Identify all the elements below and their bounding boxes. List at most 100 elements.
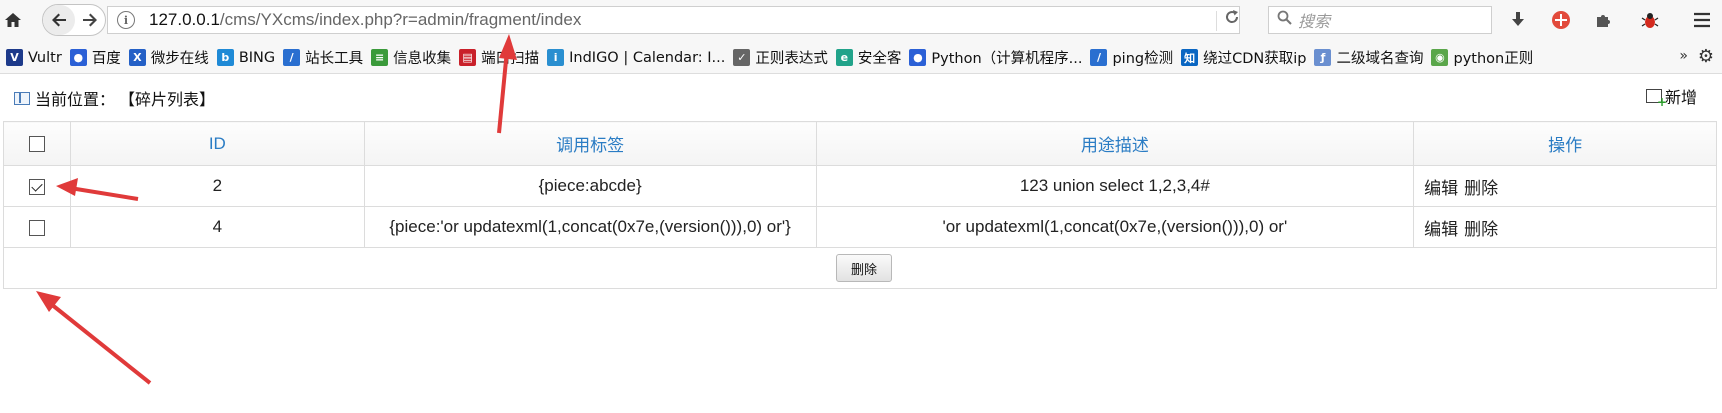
vultr-icon: V — [6, 49, 23, 66]
fragment-table: ID 调用标签 用途描述 操作 2 {piece:abcde} 123 unio… — [3, 121, 1717, 289]
annotation-arrow-delete — [36, 291, 152, 385]
address-bar[interactable]: i 127.0.0.1/cms/YXcms/index.php?r=admin/… — [107, 6, 1240, 34]
python-regex-icon: ◉ — [1431, 49, 1449, 66]
bookmark-item[interactable]: ≡ 信息收集 — [371, 47, 451, 68]
add-fragment-button[interactable]: 新增 — [1646, 84, 1698, 109]
bookmark-item[interactable]: / 站长工具 — [283, 47, 363, 68]
bookmark-item[interactable]: b BING — [216, 49, 276, 66]
threatbook-icon: X — [128, 49, 146, 66]
zhihu-icon: 知 — [1181, 49, 1199, 66]
ping-icon: / — [1090, 49, 1108, 66]
table-footer-row: 删除 — [3, 247, 1717, 289]
bookmark-label: IndIGO | Calendar: I... — [569, 49, 726, 66]
delete-link[interactable]: 删除 — [1464, 220, 1498, 239]
row-select-cell — [3, 206, 71, 248]
bookmark-label: Python（计算机程序... — [931, 51, 1083, 67]
bookmark-item[interactable]: ● 百度 — [69, 47, 121, 68]
edit-link[interactable]: 编辑 — [1424, 179, 1458, 198]
url-text[interactable]: 127.0.0.1/cms/YXcms/index.php?r=admin/fr… — [149, 10, 581, 30]
search-placeholder: 搜索 — [1298, 12, 1331, 31]
chinaz-icon: / — [283, 49, 301, 66]
bug-extension-icon[interactable] — [1640, 10, 1660, 30]
select-all-checkbox[interactable] — [28, 136, 45, 153]
column-header-tag: 调用标签 — [363, 121, 817, 166]
paw-icon: ● — [909, 49, 927, 66]
search-input[interactable]: 搜索 — [1268, 6, 1492, 34]
bookmark-item[interactable]: ● Python（计算机程序... — [909, 47, 1082, 68]
description-cell: 'or updatexml(1,concat(0x7e,(version()))… — [815, 206, 1415, 248]
bookmarks-overflow-chevron-icon[interactable]: » — [1679, 48, 1688, 64]
id-cell: 2 — [69, 165, 365, 207]
bookmark-item[interactable]: e 安全客 — [835, 47, 902, 68]
extension-red-icon[interactable] — [1551, 10, 1571, 30]
location-panel-icon — [14, 91, 30, 105]
column-header-id: ID — [69, 121, 365, 166]
indigo-icon: i — [547, 49, 565, 66]
download-icon[interactable] — [1508, 10, 1528, 30]
url-host: 127.0.0.1 — [149, 10, 220, 29]
back-forward-group — [42, 4, 106, 36]
browser-toolbar: i 127.0.0.1/cms/YXcms/index.php?r=admin/… — [0, 0, 1722, 42]
bookmark-label: 百度 — [91, 51, 121, 67]
bing-icon: b — [216, 49, 234, 66]
bookmark-item[interactable]: X 微步在线 — [128, 47, 209, 68]
row-checkbox[interactable] — [28, 178, 45, 195]
bookmark-label: 正则表达式 — [755, 51, 828, 67]
bookmark-label: 信息收集 — [393, 51, 452, 67]
bulk-delete-button[interactable]: 删除 — [836, 254, 892, 282]
bookmark-label: BING — [238, 49, 276, 66]
info-icon[interactable]: i — [117, 11, 135, 29]
bookmark-label: 安全客 — [857, 51, 902, 67]
select-all-header — [3, 121, 71, 166]
actions-cell: 编辑 删除 — [1413, 165, 1717, 207]
bookmark-item[interactable]: / ping检测 — [1090, 47, 1173, 68]
menu-hamburger-icon[interactable] — [1692, 10, 1712, 30]
breadcrumb-label: 当前位置： — [35, 90, 116, 109]
delete-link[interactable]: 删除 — [1464, 179, 1498, 198]
bookmark-label: 端口扫描 — [481, 51, 540, 67]
bulk-action-cell: 删除 — [3, 247, 1717, 289]
description-cell: 123 union select 1,2,3,4# — [815, 165, 1415, 207]
table-row: 4 {piece:'or updatexml(1,concat(0x7e,(ve… — [3, 206, 1717, 248]
url-path: /cms/YXcms/index.php?r=admin/fragment/in… — [219, 10, 582, 29]
column-header-actions: 操作 — [1413, 121, 1717, 166]
row-checkbox[interactable] — [28, 219, 45, 236]
bookmark-item[interactable]: ✓ 正则表达式 — [733, 47, 828, 68]
bookmark-label: 二级域名查询 — [1336, 51, 1424, 67]
back-arrow-icon[interactable] — [43, 5, 75, 35]
bookmark-item[interactable]: 知绕过CDN获取ip — [1181, 47, 1306, 68]
actions-cell: 编辑 删除 — [1413, 206, 1717, 248]
regex-icon: ✓ — [733, 49, 751, 66]
port-scan-icon: ▤ — [459, 49, 477, 66]
breadcrumb: 当前位置： 【碎片列表】 — [14, 86, 215, 110]
bookmark-item[interactable]: ▤ 端口扫描 — [459, 47, 539, 68]
tag-cell: {piece:'or updatexml(1,concat(0x7e,(vers… — [363, 206, 817, 248]
table-row: 2 {piece:abcde} 123 union select 1,2,3,4… — [3, 165, 1717, 207]
bookmark-item[interactable]: ◉ python正则 — [1431, 47, 1533, 68]
edit-link[interactable]: 编辑 — [1424, 220, 1458, 239]
puzzle-extension-icon[interactable] — [1594, 10, 1614, 30]
tag-cell: {piece:abcde} — [363, 165, 817, 207]
bookmark-label: 站长工具 — [305, 51, 364, 67]
forward-arrow-icon[interactable] — [75, 5, 105, 35]
bookmark-label: Vultr — [28, 49, 62, 66]
anquanke-icon: e — [835, 49, 853, 66]
bookmark-label: ping检测 — [1112, 51, 1174, 67]
baidu-paw-icon: ● — [69, 49, 87, 66]
row-select-cell — [3, 165, 71, 207]
bookmark-item[interactable]: ƒ 二级域名查询 — [1314, 47, 1423, 68]
add-fragment-label: 新增 — [1665, 88, 1698, 107]
bookmark-item[interactable]: i IndIGO | Calendar: I... — [547, 49, 725, 66]
bookmark-label: 微步在线 — [150, 51, 209, 67]
add-icon — [1646, 89, 1667, 109]
bookmark-label: python正则 — [1453, 51, 1534, 67]
reload-icon[interactable] — [1224, 9, 1240, 30]
search-icon — [1277, 10, 1292, 30]
table-header-row: ID 调用标签 用途描述 操作 — [3, 121, 1717, 166]
bookmark-item[interactable]: V Vultr — [6, 49, 62, 66]
address-bar-divider — [1216, 11, 1217, 31]
gear-icon[interactable]: ⚙ — [1698, 46, 1714, 67]
bookmarks-toolbar: V Vultr ● 百度 X 微步在线 b BING / 站长工具 ≡ 信息收集 ▤ 端口扫描 i IndIG… — [0, 42, 1722, 74]
id-cell: 4 — [69, 206, 365, 248]
home-icon[interactable] — [2, 6, 24, 34]
